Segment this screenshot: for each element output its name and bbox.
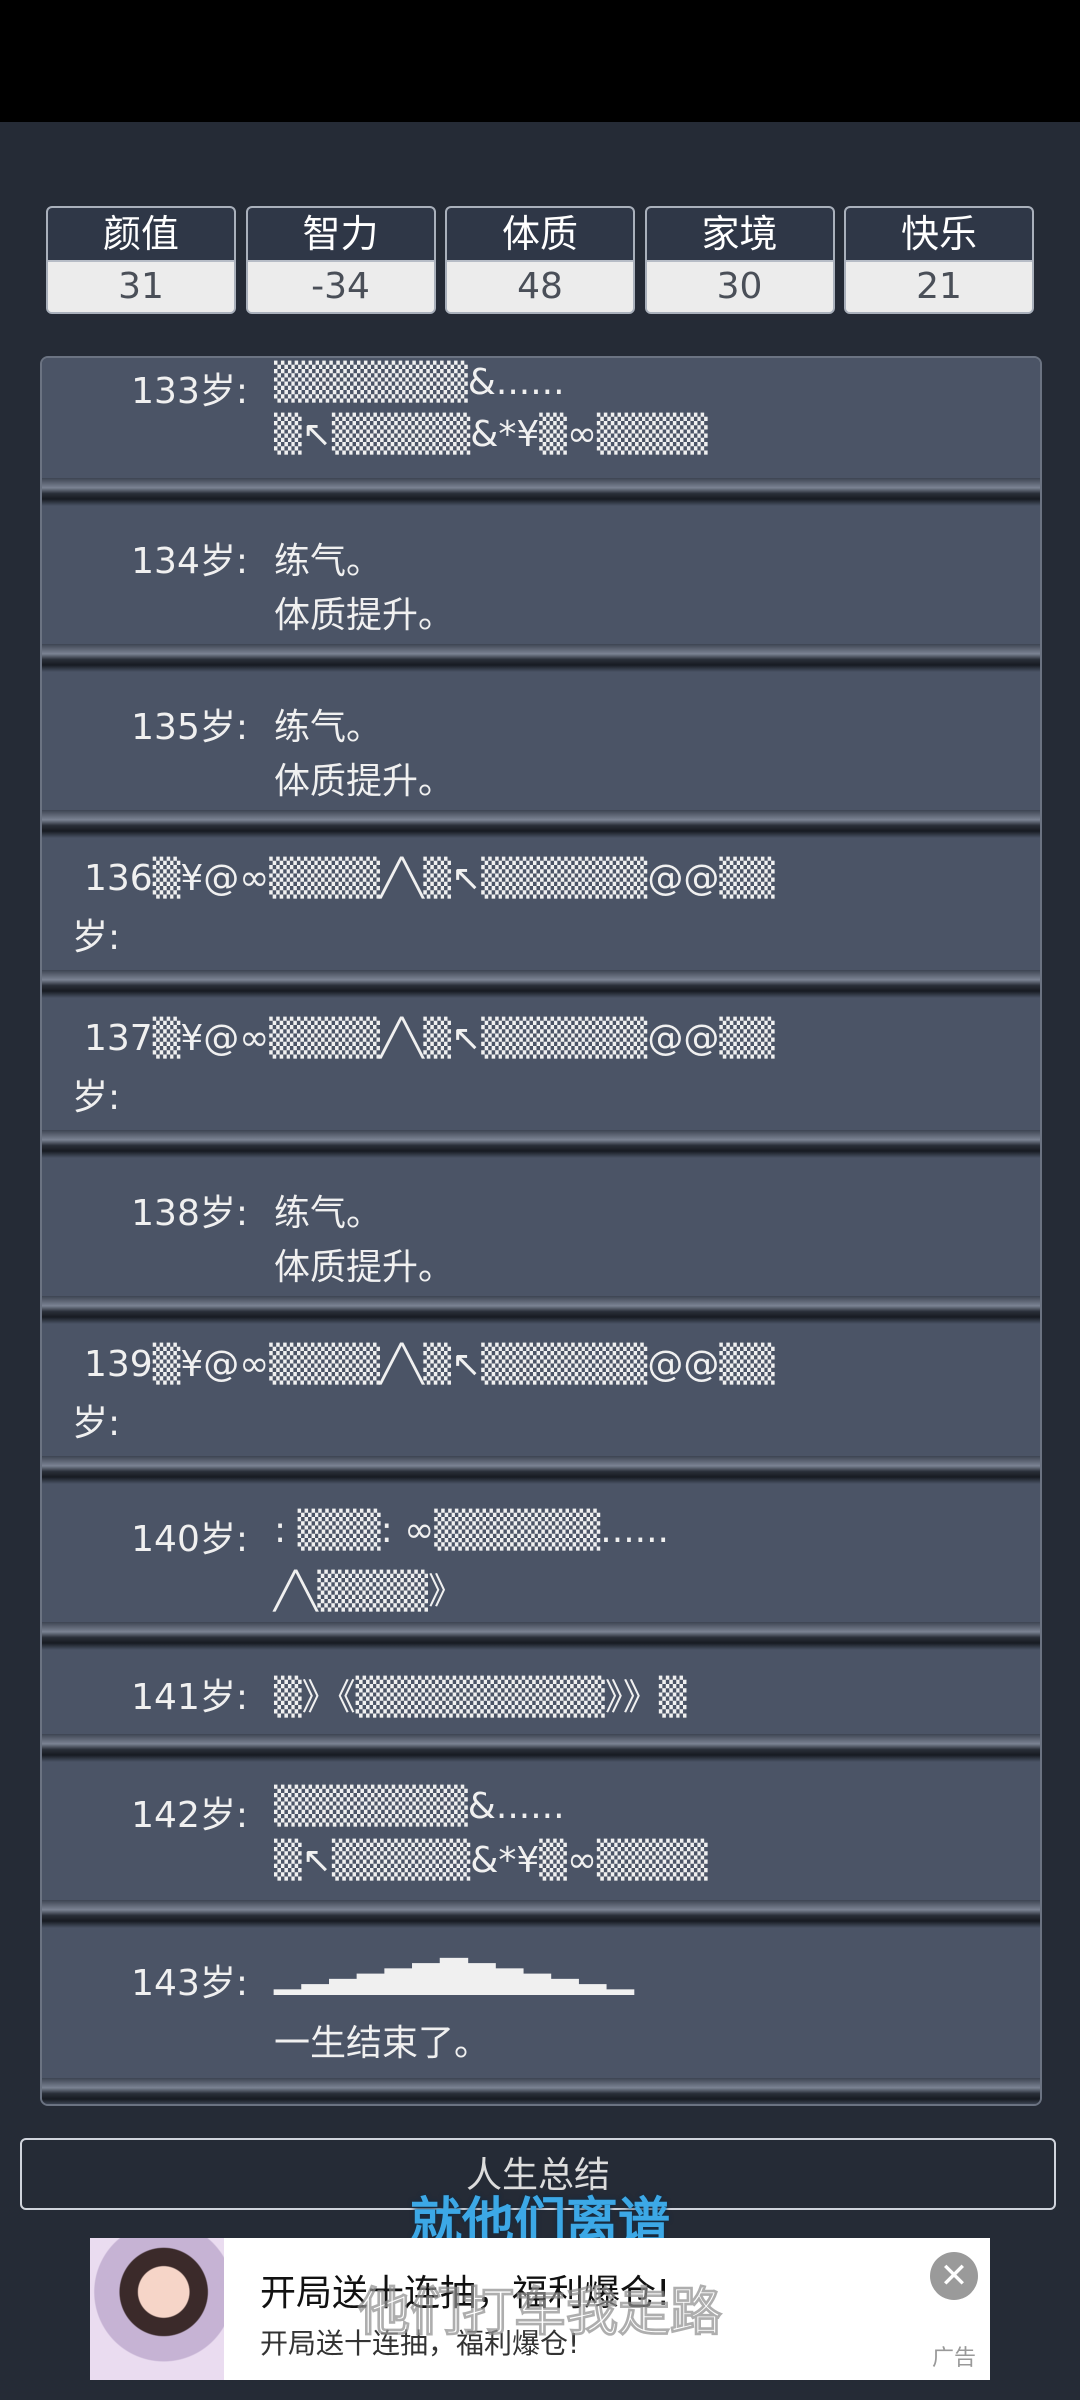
log-entry-141: 141岁: ▒》《▒▒▒▒▒▒▒▒▒》》▒ (42, 1650, 1040, 1734)
log-entry-136: 136▒¥@∞▒▒▒▒╱╲▒↖▒▒▒▒▒▒@@▒▒ 岁: (42, 838, 1040, 970)
log-age: 142岁: (131, 1795, 248, 1836)
log-text: ▒》《▒▒▒▒▒▒▒▒▒》》▒ (274, 1677, 687, 1718)
status-bar (0, 0, 1080, 122)
log-entry-139: 139▒¥@∞▒▒▒▒╱╲▒↖▒▒▒▒▒▒@@▒▒ 岁: (42, 1324, 1040, 1456)
log-entry-137: 137▒¥@∞▒▒▒▒╱╲▒↖▒▒▒▒▒▒@@▒▒ 岁: (42, 998, 1040, 1130)
log-divider (42, 810, 1040, 838)
log-age: 岁: (72, 917, 121, 958)
log-entry-134: 134岁: 练气。 体质提升。 (42, 506, 1040, 644)
log-age: 138岁: (131, 1193, 248, 1234)
log-text: ▒▒▒▒▒▒▒&...... (274, 1786, 565, 1827)
log-divider (42, 1900, 1040, 1928)
log-age: 岁: (72, 1403, 121, 1444)
log-entry-142: 142岁: ▒▒▒▒▒▒▒&...... ▒↖▒▒▒▒▒&*¥▒∞▒▒▒▒ (42, 1762, 1040, 1900)
log-entry-143: 143岁: ▁▂▃▄▅▆▇▆▅▄▃▂▁ 一生结束了。 (42, 1928, 1040, 2078)
log-entry-140: 140岁: : ▒▒▒: ∞▒▒▒▒▒▒...... ╱╲▒▒▒▒》 (42, 1484, 1040, 1622)
log-text: ▒↖▒▒▒▒▒&*¥▒∞▒▒▒▒ (274, 414, 708, 455)
life-log[interactable]: 133岁: ▒▒▒▒▒▒▒&...... ▒↖▒▒▒▒▒&*¥▒∞▒▒▒▒ 13… (40, 356, 1042, 2106)
log-age: 133岁: (131, 371, 248, 412)
stat-label: 家境 (646, 208, 833, 262)
log-age: 岁: (72, 1077, 121, 1118)
log-text: 练气。 (274, 707, 383, 748)
log-text: 体质提升。 (274, 595, 455, 636)
log-divider (42, 1622, 1040, 1650)
log-age: 140岁: (131, 1519, 248, 1560)
log-divider (42, 478, 1040, 506)
stat-label: 智力 (247, 208, 434, 262)
log-entry-138: 138岁: 练气。 体质提升。 (42, 1158, 1040, 1296)
log-divider (42, 1296, 1040, 1324)
stat-value: -34 (247, 262, 434, 312)
stat-value: 48 (447, 262, 633, 312)
log-text: 一生结束了。 (274, 2023, 491, 2064)
log-divider (42, 1734, 1040, 1762)
stat-value: 21 (846, 262, 1032, 312)
stats-bar: 颜值 31 智力 -34 体质 48 家境 30 快乐 21 (46, 206, 1034, 314)
log-divider (42, 2078, 1040, 2104)
log-text: 练气。 (274, 541, 383, 582)
log-text: ▒↖▒▒▒▒▒&*¥▒∞▒▒▒▒ (274, 1840, 708, 1881)
log-divider (42, 970, 1040, 998)
stat-label: 体质 (447, 208, 633, 262)
log-divider (42, 1130, 1040, 1158)
log-text: ╱╲▒▒▒▒》 (274, 1571, 465, 1612)
log-text: : ▒▒▒: ∞▒▒▒▒▒▒...... (274, 1510, 669, 1551)
log-text: 137▒¥@∞▒▒▒▒╱╲▒↖▒▒▒▒▒▒@@▒▒ (84, 1018, 775, 1059)
log-divider (42, 1456, 1040, 1484)
log-age: 143岁: (131, 1963, 248, 2004)
log-text: ▒▒▒▒▒▒▒&...... (274, 362, 565, 403)
log-text: 体质提升。 (274, 761, 455, 802)
stat-value: 31 (48, 262, 234, 312)
stat-value: 30 (646, 262, 833, 312)
log-text: 136▒¥@∞▒▒▒▒╱╲▒↖▒▒▒▒▒▒@@▒▒ (84, 858, 775, 899)
video-overlay-text: 他们打车我走路 (357, 2283, 722, 2344)
stat-label: 快乐 (846, 208, 1032, 262)
stat-appearance: 颜值 31 (46, 206, 236, 314)
log-text: 139▒¥@∞▒▒▒▒╱╲▒↖▒▒▒▒▒▒@@▒▒ (84, 1344, 775, 1385)
stat-label: 颜值 (48, 208, 234, 262)
log-age: 134岁: (131, 541, 248, 582)
log-entry-135: 135岁: 练气。 体质提升。 (42, 672, 1040, 810)
log-age: 141岁: (131, 1677, 248, 1718)
stat-constitution: 体质 48 (445, 206, 635, 314)
log-age: 135岁: (131, 707, 248, 748)
log-text: 练气。 (274, 1193, 383, 1234)
stat-family: 家境 30 (644, 206, 835, 314)
log-entry-133: 133岁: ▒▒▒▒▒▒▒&...... ▒↖▒▒▒▒▒&*¥▒∞▒▒▒▒ (42, 358, 1040, 478)
log-divider (42, 644, 1040, 672)
log-text: 体质提升。 (274, 1247, 455, 1288)
stat-intelligence: 智力 -34 (245, 206, 436, 314)
stat-happiness: 快乐 21 (844, 206, 1034, 314)
log-text: ▁▂▃▄▅▆▇▆▅▄▃▂▁ (274, 1954, 634, 1995)
